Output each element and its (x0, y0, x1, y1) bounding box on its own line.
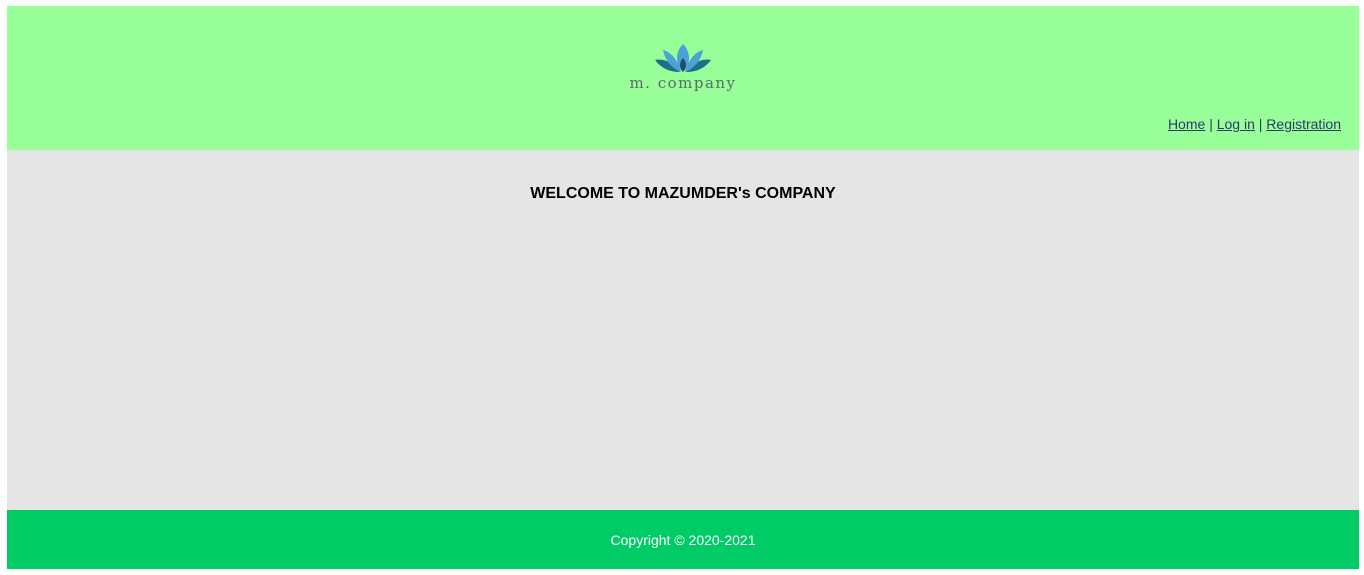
nav-link-registration[interactable]: Registration (1266, 116, 1341, 132)
page-title: WELCOME TO MAZUMDER's COMPANY (530, 185, 836, 202)
page: m. company Home | Log in | Registration … (7, 6, 1359, 569)
logo-text: m. company (629, 74, 737, 92)
copyright-text: Copyright © 2020-2021 (610, 532, 756, 548)
nav-link-home[interactable]: Home (1168, 116, 1205, 132)
header: m. company Home | Log in | Registration (7, 6, 1359, 150)
footer: Copyright © 2020-2021 (7, 510, 1359, 569)
nav-link-login[interactable]: Log in (1217, 116, 1255, 132)
nav-separator: | (1258, 116, 1263, 132)
logo[interactable]: m. company (617, 42, 749, 98)
main-content: WELCOME TO MAZUMDER's COMPANY (7, 150, 1359, 510)
lotus-icon (655, 44, 711, 72)
top-nav: Home | Log in | Registration (1168, 116, 1341, 132)
nav-separator: | (1209, 116, 1213, 132)
